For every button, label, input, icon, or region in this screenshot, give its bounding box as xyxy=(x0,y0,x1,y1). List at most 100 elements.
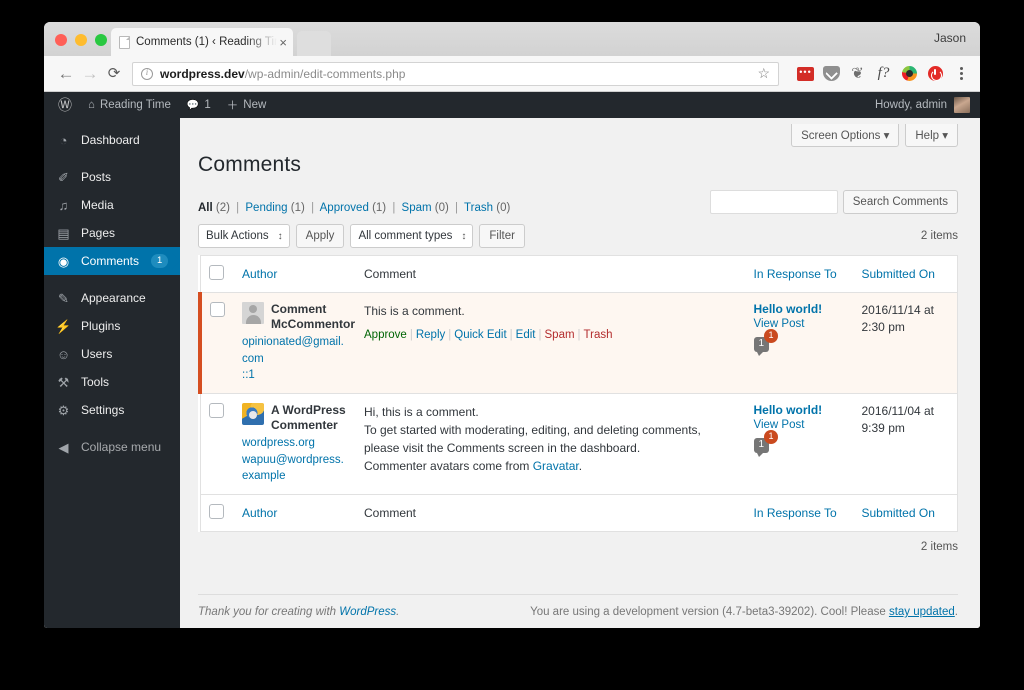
response-post-link[interactable]: Hello world! xyxy=(754,302,846,316)
back-icon[interactable]: ← xyxy=(54,65,78,82)
sidebar-item-comments[interactable]: ◉ Comments 1 xyxy=(44,247,180,275)
filter-button[interactable]: Filter xyxy=(479,224,525,248)
address-bar[interactable]: wordpress.dev /wp-admin/edit-comments.ph… xyxy=(132,61,779,86)
row-checkbox[interactable] xyxy=(210,302,225,317)
approve-link[interactable]: Approve xyxy=(364,329,407,341)
sidebar-item-posts[interactable]: ✐ Posts xyxy=(44,163,180,191)
wordpress-link[interactable]: WordPress xyxy=(339,606,396,618)
comment-count-bubble[interactable]: 1 1 xyxy=(753,430,779,458)
bookmark-star-icon[interactable]: ☆ xyxy=(757,65,770,82)
filter-approved[interactable]: Approved xyxy=(320,202,369,214)
filter-pending[interactable]: Pending xyxy=(245,202,287,214)
edit-link[interactable]: Edit xyxy=(516,329,536,341)
response-post-link[interactable]: Hello world! xyxy=(754,403,846,417)
search-comments-button[interactable]: Search Comments xyxy=(842,190,958,214)
close-icon[interactable]: × xyxy=(279,35,287,50)
extension-toolbar: ••• ❦ f? xyxy=(797,65,970,82)
browser-tab[interactable]: Comments (1) ‹ Reading Time × xyxy=(111,28,293,56)
select-all-header xyxy=(200,255,234,293)
filter-approved-count: (1) xyxy=(372,202,387,214)
search-input[interactable] xyxy=(709,190,838,214)
author-url-link[interactable]: wordpress.org xyxy=(242,435,348,452)
comment-count-bubble[interactable]: 1 1 xyxy=(753,329,779,356)
footer-thanks: Thank you for creating with WordPress. xyxy=(198,606,400,618)
column-header-author[interactable]: Author xyxy=(234,255,356,293)
apply-button[interactable]: Apply xyxy=(295,224,345,248)
row-checkbox-cell xyxy=(200,393,234,495)
evernote-icon[interactable]: ❦ xyxy=(849,65,866,82)
view-post-link[interactable]: View Post xyxy=(754,419,846,431)
sidebar-item-label: Settings xyxy=(81,403,125,417)
comment-type-select[interactable]: All comment types xyxy=(350,224,474,248)
sidebar-item-tools[interactable]: ⚒ Tools xyxy=(44,368,180,396)
comment-count-label: 1 xyxy=(204,99,211,111)
browser-profile-name[interactable]: Jason xyxy=(934,31,966,45)
stay-updated-link[interactable]: stay updated xyxy=(889,606,955,618)
author-ip-link[interactable]: ::1 xyxy=(242,367,348,384)
select-all-checkbox[interactable] xyxy=(208,265,224,280)
row-checkbox[interactable] xyxy=(208,403,224,419)
color-picker-icon[interactable] xyxy=(901,65,918,82)
sidebar-item-settings[interactable]: ⚙ Settings xyxy=(44,396,180,424)
sidebar-item-media[interactable]: ♫ Media xyxy=(44,191,180,219)
column-header-date[interactable]: Submitted On xyxy=(853,255,958,293)
select-all-checkbox[interactable] xyxy=(208,504,224,520)
column-header-response[interactable]: In Response To xyxy=(745,255,854,293)
pocket-icon[interactable] xyxy=(823,65,840,82)
filter-separator: | xyxy=(236,202,240,214)
filter-all[interactable]: All xyxy=(198,202,213,214)
sidebar-item-dashboard[interactable]: ◔ Dashboard xyxy=(44,126,180,154)
help-button[interactable]: Help ▾ xyxy=(905,124,958,147)
plug-icon: ⚡ xyxy=(55,318,72,334)
table-row: A WordPress Commenter wordpress.org wapu… xyxy=(200,393,958,495)
sidebar-divider xyxy=(44,275,180,284)
column-footer-response[interactable]: In Response To xyxy=(745,494,854,532)
sidebar-divider xyxy=(44,154,180,163)
column-footer-author[interactable]: Author xyxy=(234,494,356,532)
browser-menu-icon[interactable] xyxy=(953,65,970,82)
filter-trash[interactable]: Trash xyxy=(464,202,493,214)
wordpress-logo-icon[interactable]: Ⓦ xyxy=(50,92,80,118)
sidebar-item-plugins[interactable]: ⚡ Plugins xyxy=(44,312,180,340)
new-content-menu[interactable]: ＋ New xyxy=(219,92,275,118)
collapse-menu-button[interactable]: ◀ Collapse menu xyxy=(44,433,180,461)
author-name: A WordPress Commenter xyxy=(271,403,346,433)
account-menu[interactable]: Howdy, admin xyxy=(875,97,980,113)
avatar xyxy=(242,302,264,324)
font-finder-icon[interactable]: f? xyxy=(875,65,892,82)
author-cell: Comment McCommentor opinionated@gmail.co… xyxy=(234,292,356,394)
power-toggle-icon[interactable] xyxy=(927,65,944,82)
view-post-link[interactable]: View Post xyxy=(754,318,846,330)
admin-sidebar: ◔ Dashboard ✐ Posts ♫ Media ▤ Pages ◉ Co… xyxy=(44,118,180,628)
quick-edit-link[interactable]: Quick Edit xyxy=(454,329,506,341)
column-footer-date[interactable]: Submitted On xyxy=(853,494,958,532)
screen-options-button[interactable]: Screen Options ▾ xyxy=(791,124,900,147)
filter-spam[interactable]: Spam xyxy=(402,202,432,214)
site-name-menu[interactable]: ⌂ Reading Time xyxy=(80,92,179,118)
date-cell: 2016/11/14 at 2:30 pm xyxy=(853,292,958,394)
new-tab-button[interactable] xyxy=(297,31,331,56)
trash-link[interactable]: Trash xyxy=(584,329,613,341)
reply-link[interactable]: Reply xyxy=(416,329,445,341)
site-info-icon[interactable] xyxy=(141,67,153,80)
row-actions: Approve | Reply | Quick Edit | Edit | Spam | Trash xyxy=(364,329,613,341)
forward-icon[interactable]: → xyxy=(78,65,102,82)
comment-line: Hi, this is a comment. xyxy=(364,405,479,420)
minimize-window-button[interactable] xyxy=(75,34,87,46)
bulk-actions-select[interactable]: Bulk Actions xyxy=(198,224,290,248)
sidebar-item-users[interactable]: ☺ Users xyxy=(44,340,180,368)
author-email-link[interactable]: opinionated@gmail.com xyxy=(242,334,348,367)
comments-bubble-menu[interactable]: 💬 1 xyxy=(179,92,219,118)
maximize-window-button[interactable] xyxy=(95,34,107,46)
lastpass-icon[interactable]: ••• xyxy=(797,65,814,82)
sidebar-item-label: Tools xyxy=(81,375,110,389)
sidebar-item-pages[interactable]: ▤ Pages xyxy=(44,219,180,247)
gravatar-link[interactable]: Gravatar xyxy=(533,459,579,473)
reload-icon[interactable]: ⟳ xyxy=(102,66,126,81)
filter-all-count: (2) xyxy=(215,202,230,214)
filter-trash-count: (0) xyxy=(496,202,511,214)
close-window-button[interactable] xyxy=(55,34,67,46)
author-email-link[interactable]: wapuu@wordpress.example xyxy=(242,452,348,485)
spam-link[interactable]: Spam xyxy=(545,329,575,341)
sidebar-item-appearance[interactable]: ✎ Appearance xyxy=(44,284,180,312)
